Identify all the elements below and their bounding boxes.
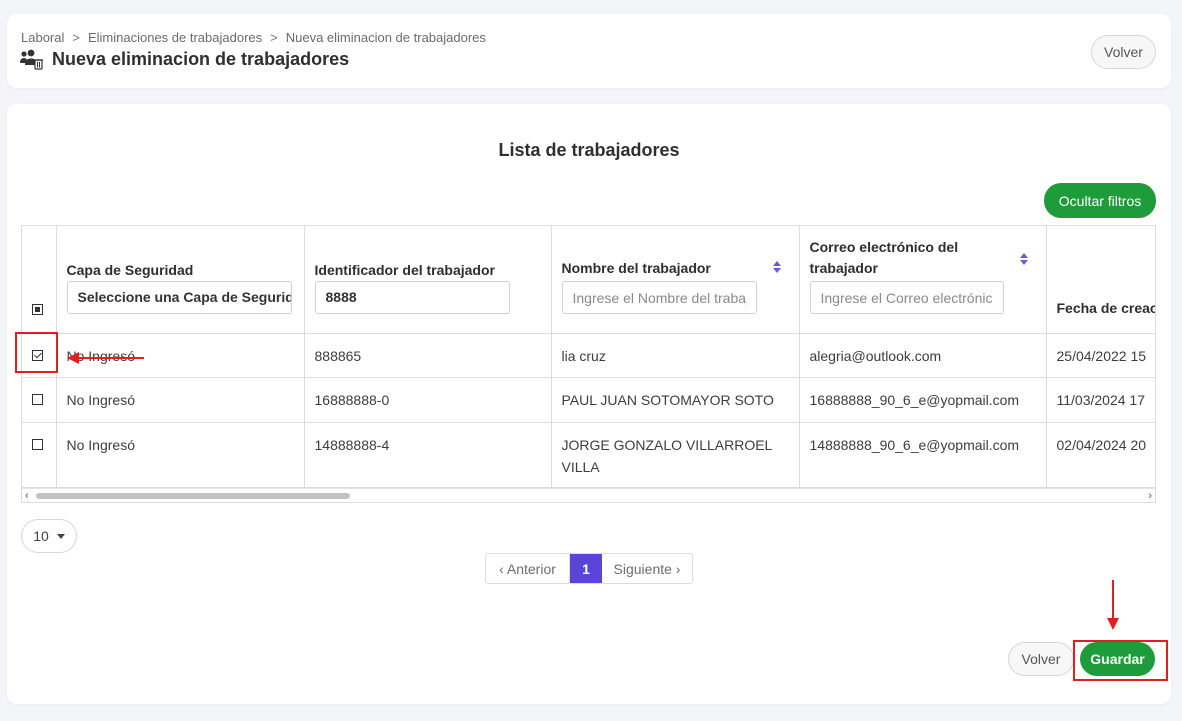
column-identificador: Identificador del trabajador 8888 bbox=[304, 226, 552, 334]
select-all-checkbox[interactable] bbox=[32, 304, 43, 315]
horizontal-scrollbar[interactable]: ‹ › bbox=[22, 488, 1155, 502]
page-title: Nueva eliminacion de trabajadores bbox=[52, 48, 350, 69]
cell-fecha: 02/04/2024 20 bbox=[1046, 422, 1155, 488]
breadcrumb-item-eliminaciones[interactable]: Eliminaciones de trabajadores bbox=[88, 30, 262, 45]
cell-nombre: PAUL JUAN SOTOMAYOR SOTO bbox=[551, 377, 800, 423]
cell-correo: 16888888_90_6_e@yopmail.com bbox=[799, 377, 1047, 423]
column-fecha: Fecha de creac bbox=[1046, 226, 1156, 334]
cell-correo: 14888888_90_6_e@yopmail.com bbox=[799, 422, 1047, 488]
table-header-row: Capa de Seguridad Seleccione una Capa de… bbox=[22, 226, 1156, 334]
toggle-filters-button[interactable]: Ocultar filtros bbox=[1044, 183, 1156, 218]
sort-icon[interactable] bbox=[772, 260, 782, 274]
users-delete-icon bbox=[20, 49, 43, 70]
row-checkbox[interactable] bbox=[32, 393, 43, 405]
table-row[interactable]: No Ingresó 14888888-4 JORGE GONZALO VILL… bbox=[22, 422, 1155, 488]
annotation-arrow-left-head bbox=[67, 352, 79, 364]
main-card: Lista de trabajadores Ocultar filtros Ca… bbox=[7, 104, 1171, 704]
breadcrumb-item-current: Nueva eliminacion de trabajadores bbox=[285, 30, 486, 45]
column-nombre-label: Nombre del trabajador bbox=[561, 260, 711, 276]
cell-nombre: JORGE GONZALO VILLARROEL VILLA bbox=[551, 422, 800, 488]
row-select-cell bbox=[22, 377, 57, 423]
scrollbar-thumb[interactable] bbox=[36, 493, 350, 499]
cell-fecha: 25/04/2022 15 bbox=[1046, 333, 1155, 378]
footer-back-button[interactable]: Volver bbox=[1008, 642, 1074, 676]
breadcrumb-separator: > bbox=[270, 30, 278, 45]
cell-fecha: 11/03/2024 17 bbox=[1046, 377, 1155, 423]
pagination-next-button[interactable]: Siguiente › bbox=[602, 554, 692, 583]
identificador-filter-input[interactable]: 8888 bbox=[314, 281, 510, 314]
select-all-header bbox=[22, 226, 57, 334]
cell-nombre: lia cruz bbox=[551, 333, 800, 378]
breadcrumb-separator: > bbox=[72, 30, 80, 45]
section-title: Lista de trabajadores bbox=[498, 140, 680, 160]
column-identificador-label: Identificador del trabajador bbox=[314, 262, 495, 278]
column-capa: Capa de Seguridad Seleccione una Capa de… bbox=[56, 226, 305, 334]
annotation-arrow-left-line bbox=[78, 357, 144, 359]
chevron-down-icon bbox=[56, 533, 65, 539]
scroll-right-icon[interactable]: › bbox=[1148, 489, 1152, 502]
sort-icon[interactable] bbox=[1019, 252, 1029, 266]
table-row[interactable]: No Ingresó 888865 lia cruz alegria@outlo… bbox=[22, 333, 1155, 378]
column-capa-label: Capa de Seguridad bbox=[66, 262, 194, 278]
workers-table: Capa de Seguridad Seleccione una Capa de… bbox=[21, 225, 1156, 503]
column-fecha-label: Fecha de creac bbox=[1056, 300, 1156, 316]
row-select-cell bbox=[22, 422, 57, 488]
capa-select[interactable]: Seleccione una Capa de Seguridad bbox=[66, 281, 292, 314]
pagination-prev-button[interactable]: ‹ Anterior bbox=[486, 554, 570, 583]
cell-identificador: 16888888-0 bbox=[304, 377, 552, 423]
pagination: ‹ Anterior 1 Siguiente › bbox=[485, 553, 693, 584]
cell-capa: No Ingresó bbox=[56, 377, 305, 423]
row-checkbox[interactable] bbox=[32, 438, 43, 450]
column-nombre[interactable]: Nombre del trabajador bbox=[551, 226, 800, 334]
pagination-page-1[interactable]: 1 bbox=[570, 554, 602, 583]
breadcrumb-item-laboral[interactable]: Laboral bbox=[21, 30, 64, 45]
correo-filter-input[interactable] bbox=[809, 281, 1004, 314]
column-correo-label: Correo electrónico del trabajador bbox=[809, 239, 959, 276]
nombre-filter-input[interactable] bbox=[561, 281, 757, 314]
cell-capa: No Ingresó bbox=[56, 422, 305, 488]
page-size-value: 10 bbox=[33, 528, 49, 544]
cell-correo: alegria@outlook.com bbox=[799, 333, 1047, 378]
annotation-checkbox-highlight bbox=[15, 332, 58, 373]
scroll-left-icon[interactable]: ‹ bbox=[25, 489, 29, 502]
annotation-arrow-down-line bbox=[1112, 580, 1114, 620]
page-size-select[interactable]: 10 bbox=[21, 519, 77, 553]
header-card: Laboral > Eliminaciones de trabajadores … bbox=[7, 14, 1171, 88]
annotation-save-highlight bbox=[1073, 640, 1168, 681]
annotation-arrow-down-head bbox=[1107, 618, 1119, 630]
header-back-button[interactable]: Volver bbox=[1091, 35, 1156, 69]
breadcrumb: Laboral > Eliminaciones de trabajadores … bbox=[21, 30, 486, 45]
table-row[interactable]: No Ingresó 16888888-0 PAUL JUAN SOTOMAYO… bbox=[22, 377, 1155, 423]
cell-identificador: 14888888-4 bbox=[304, 422, 552, 488]
cell-identificador: 888865 bbox=[304, 333, 552, 378]
column-correo[interactable]: Correo electrónico del trabajador bbox=[799, 226, 1047, 334]
page-title-row: Nueva eliminacion de trabajadores bbox=[20, 48, 349, 70]
cell-capa: No Ingresó bbox=[56, 333, 305, 378]
